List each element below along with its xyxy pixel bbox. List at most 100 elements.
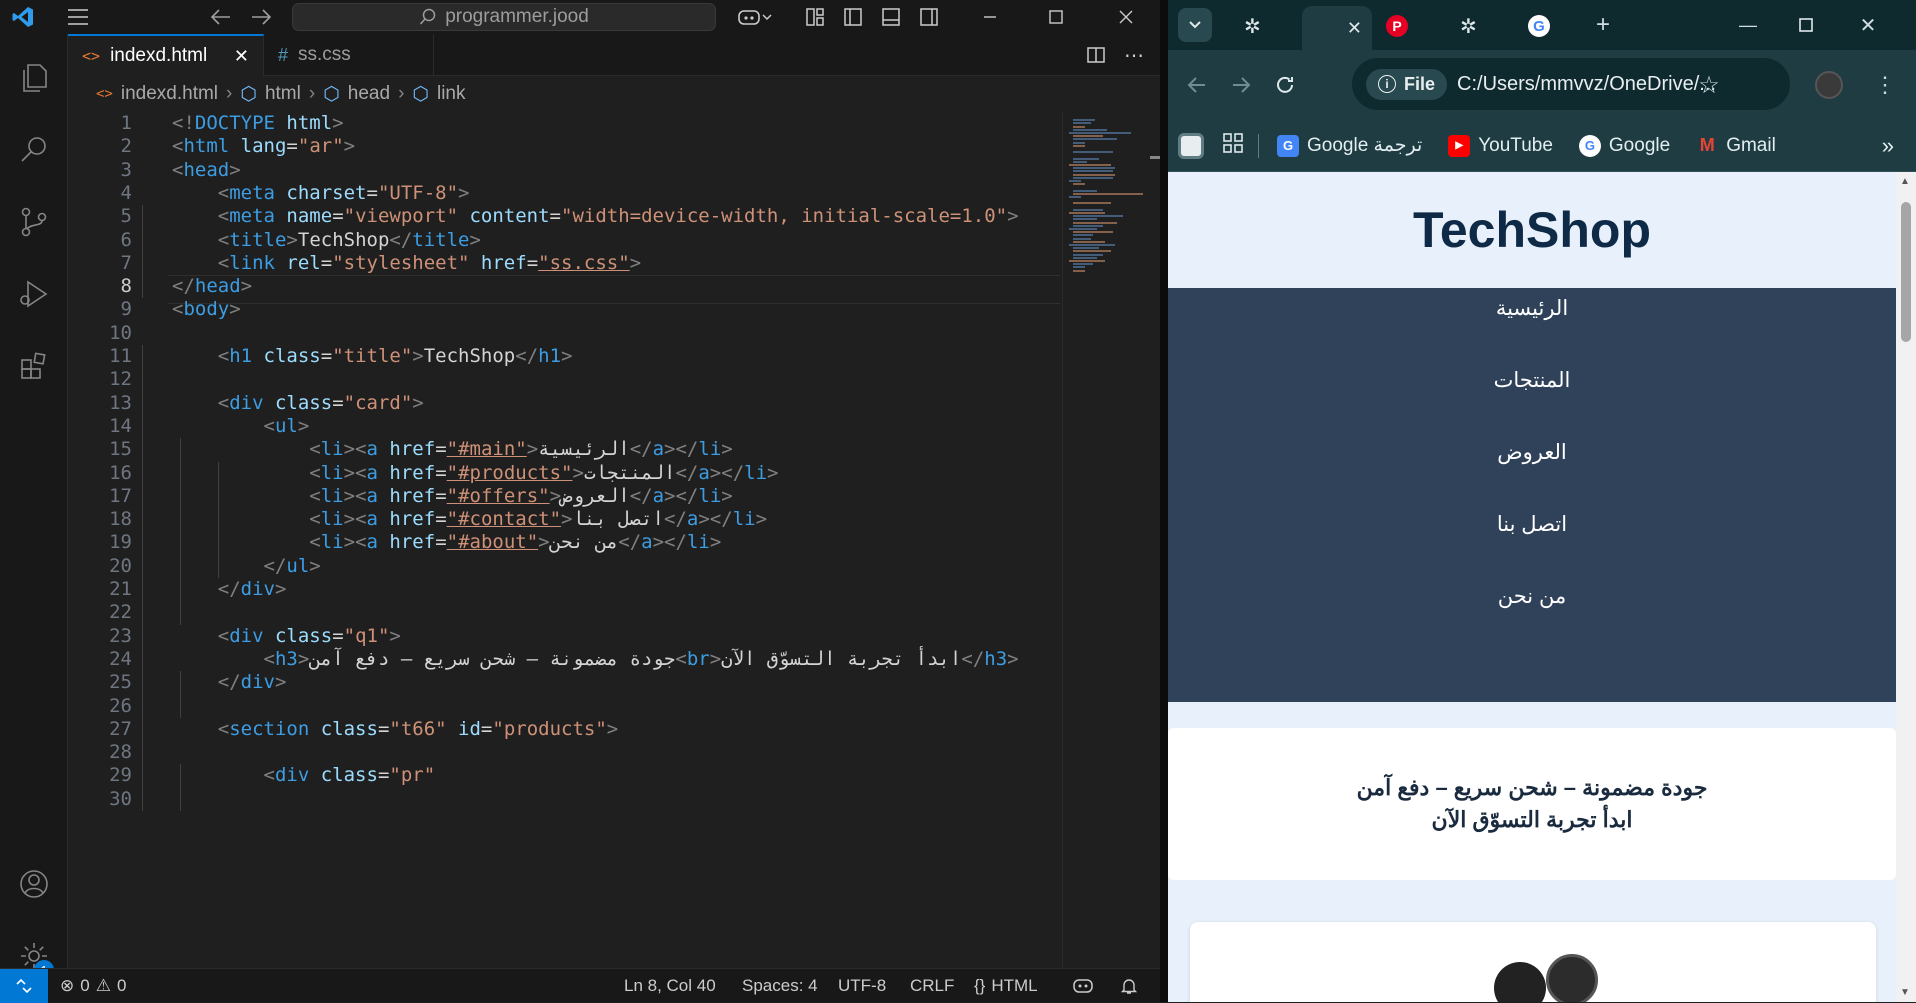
code-line[interactable]: 7 <link rel="stylesheet" href="ss.css">	[68, 252, 1060, 275]
customize-layout-icon[interactable]	[800, 0, 830, 34]
tab-ss-css[interactable]: # ss.css	[264, 34, 434, 76]
copilot-status-icon[interactable]	[1072, 969, 1094, 1003]
apps-grid-icon[interactable]	[1222, 132, 1244, 160]
close-window-icon[interactable]	[1106, 0, 1146, 34]
code-line[interactable]: 16 <li><a href="#products">المنتجات</a><…	[68, 462, 1060, 485]
code-editor[interactable]: 1 <!DOCTYPE html> 2 <html lang="ar"> 3 <head>…	[68, 112, 1060, 968]
code-line[interactable]: 18 <li><a href="#contact">اتصل بنا</a></…	[68, 508, 1060, 531]
code-line[interactable]: 4 <meta charset="UTF-8">	[68, 182, 1060, 205]
code-line[interactable]: 28	[68, 741, 1060, 764]
code-line[interactable]: 25 </div>	[68, 671, 1060, 694]
command-center-search[interactable]: programmer.jood	[292, 3, 716, 31]
chrome-tab-pinterest[interactable]: P	[1376, 6, 1436, 46]
bookmark-star-icon[interactable]: ☆	[1692, 68, 1726, 102]
code-line[interactable]: 29 <div class="pr"	[68, 764, 1060, 787]
tab-indexd-html[interactable]: <> indexd.html ✕	[68, 34, 264, 76]
code-line[interactable]: 2 <html lang="ar">	[68, 135, 1060, 158]
toggle-secondary-sidebar-icon[interactable]	[914, 0, 944, 34]
chrome-menu-icon[interactable]: ⋮	[1868, 68, 1902, 102]
code-line[interactable]: 19 <li><a href="#about">من نحن</a></li>	[68, 531, 1060, 554]
extensions-icon[interactable]	[0, 336, 68, 396]
minimize-icon[interactable]	[970, 0, 1010, 34]
nav-link-contact[interactable]: اتصل بنا	[1168, 512, 1896, 537]
chrome-close-icon[interactable]: ✕	[1848, 8, 1888, 42]
url-text[interactable]: C:/Users/mmvvz/OneDrive/...	[1457, 73, 1716, 96]
browser-forward-icon[interactable]	[1224, 68, 1258, 102]
code-line[interactable]: 17 <li><a href="#offers">العروض</a></li>	[68, 485, 1060, 508]
code-line[interactable]: 26	[68, 695, 1060, 718]
nav-link-about[interactable]: من نحن	[1168, 584, 1896, 609]
toggle-panel-icon[interactable]	[876, 0, 906, 34]
more-bookmarks-icon[interactable]: »	[1882, 133, 1894, 159]
line-ending[interactable]: CRLF	[910, 969, 954, 1003]
source-control-icon[interactable]	[0, 192, 68, 252]
menu-icon[interactable]	[60, 0, 96, 34]
tab-groups-icon[interactable]	[1178, 132, 1204, 159]
editor-scrollbar[interactable]	[1148, 112, 1160, 968]
code-line[interactable]: 21 </div>	[68, 578, 1060, 601]
scroll-down-arrow-icon[interactable]: ▼	[1900, 987, 1910, 998]
code-line[interactable]: 9 <body>	[68, 298, 1060, 321]
page-scrollbar[interactable]: ▲ ▼	[1896, 172, 1916, 1002]
chrome-tab-active[interactable]: ✕	[1302, 6, 1372, 50]
chrome-minimize-icon[interactable]: —	[1728, 8, 1768, 42]
indentation[interactable]: Spaces: 4	[742, 969, 818, 1003]
code-line[interactable]: 24 <h3>جودة مضمونة – شحن سريع – دفع آمن<…	[68, 648, 1060, 671]
accounts-icon[interactable]	[0, 854, 68, 914]
scroll-up-arrow-icon[interactable]: ▲	[1900, 176, 1910, 187]
language-mode[interactable]: {} HTML	[974, 969, 1038, 1003]
close-tab-icon[interactable]: ✕	[234, 46, 249, 67]
code-line[interactable]: 14 <ul>	[68, 415, 1060, 438]
code-line[interactable]: 12	[68, 368, 1060, 391]
copilot-icon[interactable]	[732, 0, 778, 34]
chrome-tab-chatgpt-2[interactable]: ✲	[1450, 6, 1510, 46]
product-card[interactable]	[1190, 922, 1876, 1002]
minimap[interactable]	[1062, 112, 1148, 968]
toggle-primary-sidebar-icon[interactable]	[838, 0, 868, 34]
site-info-chip[interactable]: i File	[1366, 68, 1448, 100]
new-tab-plus-icon[interactable]: +	[1586, 8, 1620, 42]
problems-indicator[interactable]: ⊗ 0 ⚠ 0	[60, 969, 126, 1003]
code-line[interactable]: 30	[68, 788, 1060, 811]
search-icon[interactable]	[0, 120, 68, 180]
browser-back-icon[interactable]	[1180, 68, 1214, 102]
bookmark-google-translate[interactable]: G Google ترجمة	[1277, 134, 1422, 157]
chrome-tab-chatgpt[interactable]: ✲	[1234, 6, 1294, 46]
code-line[interactable]: 22	[68, 601, 1060, 624]
code-line[interactable]: 20 </ul>	[68, 555, 1060, 578]
breadcrumb-item[interactable]: indexd.html	[121, 83, 218, 105]
code-line[interactable]: 3 <head>	[68, 159, 1060, 182]
code-line[interactable]: 23 <div class="q1">	[68, 625, 1060, 648]
remote-indicator-icon[interactable]	[0, 968, 48, 1003]
explorer-icon[interactable]	[0, 48, 68, 108]
back-arrow-icon[interactable]	[206, 0, 236, 34]
breadcrumb-item[interactable]: head	[348, 83, 390, 105]
forward-arrow-icon[interactable]	[246, 0, 276, 34]
code-line[interactable]: 11 <h1 class="title">TechShop</h1>	[68, 345, 1060, 368]
breadcrumb-item[interactable]: link	[437, 83, 466, 105]
bookmark-gmail[interactable]: M Gmail	[1696, 135, 1776, 157]
maximize-icon[interactable]	[1036, 0, 1076, 34]
code-line[interactable]: 5 <meta name="viewport" content="width=d…	[68, 205, 1060, 228]
reload-icon[interactable]	[1268, 68, 1302, 102]
nav-link-offers[interactable]: العروض	[1168, 440, 1896, 465]
nav-link-home[interactable]: الرئيسية	[1168, 296, 1896, 321]
chrome-maximize-icon[interactable]	[1786, 8, 1826, 42]
page-scrollbar-thumb[interactable]	[1901, 202, 1911, 342]
code-line[interactable]: 15 <li><a href="#main">الرئيسية</a></li>	[68, 438, 1060, 461]
close-tab-icon[interactable]: ✕	[1347, 18, 1362, 39]
bookmark-youtube[interactable]: ▶ YouTube	[1448, 134, 1553, 157]
more-actions-icon[interactable]: ⋯	[1116, 38, 1152, 72]
run-debug-icon[interactable]	[0, 264, 68, 324]
cursor-position[interactable]: Ln 8, Col 40	[624, 969, 716, 1003]
code-line[interactable]: 10	[68, 322, 1060, 345]
code-line[interactable]: 8 </head>	[68, 275, 1060, 298]
profile-avatar[interactable]	[1812, 68, 1846, 102]
split-editor-icon[interactable]	[1078, 38, 1114, 72]
tab-search-chevron-icon[interactable]	[1178, 8, 1212, 42]
chrome-tab-google[interactable]: G	[1518, 6, 1578, 46]
nav-link-products[interactable]: المنتجات	[1168, 368, 1896, 393]
code-line[interactable]: 1 <!DOCTYPE html>	[68, 112, 1060, 135]
encoding[interactable]: UTF-8	[838, 969, 886, 1003]
code-line[interactable]: 6 <title>TechShop</title>	[68, 229, 1060, 252]
